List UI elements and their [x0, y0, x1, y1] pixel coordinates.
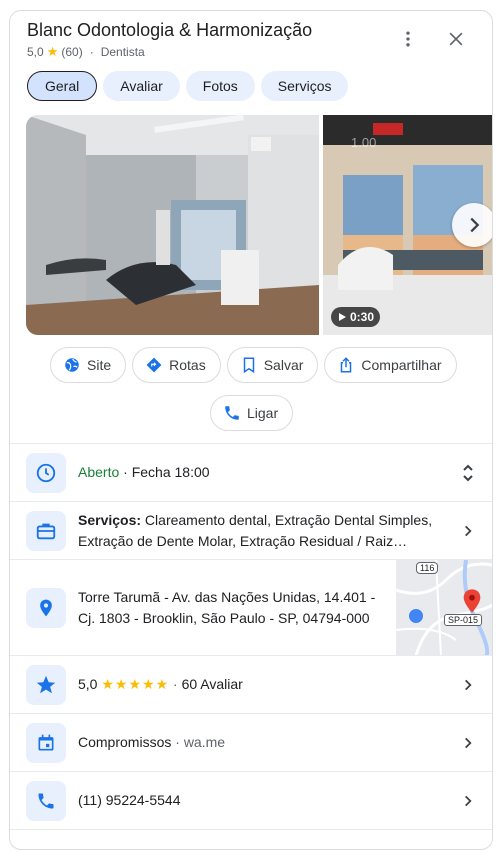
tab-bar: Geral Avaliar Fotos Serviços — [27, 71, 349, 101]
hours-separator: · — [119, 464, 132, 480]
chevron-right-icon — [465, 679, 472, 691]
rating-summary: 5,0 ★ (60) · Dentista — [27, 44, 145, 60]
directions-label: Rotas — [169, 357, 206, 373]
more-vert-icon — [406, 31, 410, 47]
services-row[interactable]: Serviços: Clareamento dental, Extração D… — [10, 501, 492, 559]
separator-dot: · — [175, 734, 184, 750]
address-text: Torre Tarumã - Av. das Nações Unidas, 14… — [78, 587, 375, 629]
appointments-label: Compromissos — [78, 734, 172, 750]
services-label: Serviços: — [78, 512, 142, 528]
address-row[interactable]: Torre Tarumã - Av. das Nações Unidas, 14… — [10, 559, 492, 656]
tab-servicos[interactable]: Serviços — [260, 71, 349, 101]
address-line-2: Cj. 1803 - Brooklin, São Paulo - SP, 047… — [78, 610, 370, 626]
directions-icon — [146, 357, 162, 373]
unfold-icon — [463, 464, 473, 482]
chevron-right-icon — [470, 217, 480, 233]
services-chevron[interactable] — [458, 521, 478, 541]
tab-avaliar[interactable]: Avaliar — [103, 71, 180, 101]
close-button[interactable] — [440, 23, 472, 55]
hours-row[interactable]: Aberto · Fecha 18:00 — [10, 443, 492, 501]
separator-dot: · — [173, 676, 182, 692]
play-icon — [339, 313, 346, 321]
address-icon-container — [26, 588, 66, 628]
share-icon — [341, 357, 352, 373]
phone-row[interactable]: (11) 95224-5544 — [10, 771, 492, 829]
phone-icon — [225, 406, 239, 420]
open-status: Aberto — [78, 464, 120, 480]
separator-dot: · — [89, 45, 94, 59]
place-title: Blanc Odontologia & Harmonização — [27, 20, 313, 40]
address-line-1: Torre Tarumã - Av. das Nações Unidas, 14… — [78, 589, 376, 605]
map-thumbnail[interactable]: 116 SP-015 — [396, 560, 492, 656]
map-route-badge-116: 116 — [416, 562, 439, 574]
services-icon-container — [26, 511, 66, 551]
action-buttons-row2: Ligar — [210, 395, 294, 431]
briefcase-icon — [36, 523, 56, 540]
appointments-chevron[interactable] — [458, 733, 478, 753]
close-icon — [449, 32, 463, 46]
appointments-icon-container — [26, 723, 66, 763]
reviews-text: 5,0 ★★★★★ · 60 Avaliar — [78, 674, 243, 695]
star-icon — [36, 675, 56, 694]
reviews-count: 60 Avaliar — [181, 676, 243, 692]
save-label: Salvar — [263, 357, 304, 373]
phone-number: (11) 95224-5544 — [78, 792, 181, 808]
reviews-rating: 5,0 — [78, 676, 98, 692]
video-duration-badge: 0:30 — [331, 307, 381, 327]
video-duration: 0:30 — [350, 310, 375, 324]
chevron-right-icon — [465, 737, 472, 749]
phone-chevron[interactable] — [458, 791, 478, 811]
services-text: Serviços: Clareamento dental, Extração D… — [78, 510, 448, 552]
rating-value: 5,0 — [27, 45, 44, 59]
site-label: Site — [87, 357, 112, 373]
map-route-badge-sp015: SP-015 — [444, 614, 483, 626]
share-button[interactable]: Compartilhar — [324, 347, 457, 383]
bookmark-icon — [243, 357, 254, 374]
reviews-row[interactable]: 5,0 ★★★★★ · 60 Avaliar — [10, 655, 492, 713]
star-icon: ★ — [46, 44, 59, 59]
video-thumbnail[interactable]: 1.00 0:30 — [323, 115, 492, 335]
closing-time: Fecha 18:00 — [131, 464, 210, 480]
watermark-text: 1.00 — [351, 135, 377, 150]
appointments-row[interactable]: Compromissos · wa.me — [10, 713, 492, 771]
expand-hours-button[interactable] — [458, 463, 478, 483]
appointments-text: Compromissos · wa.me — [78, 732, 225, 753]
category-label: Dentista — [100, 45, 145, 59]
map-marker-icon — [463, 589, 481, 613]
place-panel: Blanc Odontologia & Harmonização 5,0 ★ (… — [9, 10, 493, 850]
save-button[interactable]: Salvar — [226, 347, 319, 383]
hours-text: Aberto · Fecha 18:00 — [78, 462, 210, 483]
calendar-icon — [38, 734, 54, 751]
reviews-chevron[interactable] — [458, 675, 478, 695]
hours-icon-container — [26, 453, 66, 493]
clock-icon — [36, 463, 56, 483]
main-photo[interactable] — [26, 115, 319, 335]
review-count[interactable]: (60) — [61, 45, 82, 59]
reviews-icon-container — [26, 665, 66, 705]
share-label: Compartilhar — [361, 357, 442, 373]
rating-stars: ★★★★★ — [101, 676, 170, 692]
phone-icon — [38, 793, 54, 809]
call-button[interactable]: Ligar — [210, 395, 294, 431]
location-pin-icon — [40, 599, 52, 617]
more-options-button[interactable] — [392, 23, 424, 55]
appointments-link[interactable]: wa.me — [184, 734, 225, 750]
directions-button[interactable]: Rotas — [132, 347, 221, 383]
tab-fotos[interactable]: Fotos — [185, 71, 255, 101]
tab-geral[interactable]: Geral — [27, 71, 98, 101]
chevron-right-icon — [465, 525, 472, 537]
bottom-divider — [10, 829, 492, 849]
globe-icon — [65, 358, 79, 372]
phone-icon-container — [26, 781, 66, 821]
call-label: Ligar — [247, 405, 279, 421]
dental-office-image — [26, 115, 319, 335]
chevron-right-icon — [465, 795, 472, 807]
next-photo-button[interactable] — [452, 203, 492, 247]
photo-gallery: 1.00 0:30 — [26, 115, 492, 335]
site-button[interactable]: Site — [50, 347, 127, 383]
action-buttons: Site Rotas Salvar Compartilhar — [50, 347, 457, 383]
